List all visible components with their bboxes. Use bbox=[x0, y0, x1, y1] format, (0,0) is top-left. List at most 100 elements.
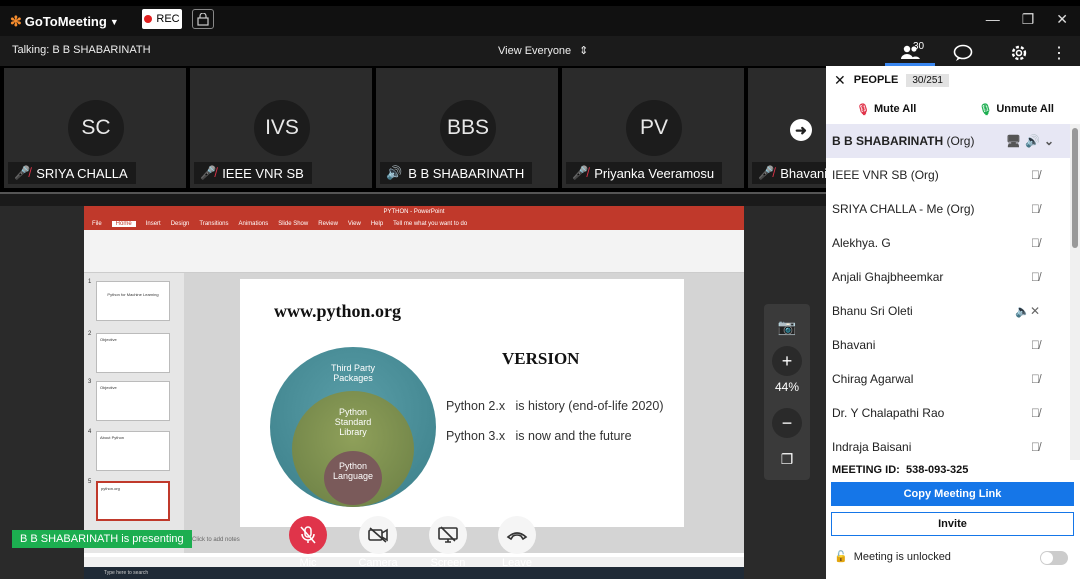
version-line: Python 3.x is now and the future bbox=[446, 429, 632, 443]
camera-control[interactable]: Camera bbox=[343, 516, 413, 569]
gotomeeting-logo-icon: ✻ bbox=[10, 13, 22, 29]
next-page-arrow-icon[interactable]: ➜ bbox=[790, 119, 812, 141]
thumb-title: python.org bbox=[101, 486, 120, 491]
record-label: REC bbox=[156, 13, 180, 25]
speaker-muted-icon: 🔈✕ bbox=[1015, 304, 1040, 318]
thumb-number: 4 bbox=[88, 429, 92, 435]
ppt-tab: Home bbox=[111, 221, 136, 227]
participant-row[interactable]: SRIYA CHALLA - Me (Org) 🎙̸ bbox=[826, 192, 1070, 226]
current-slide: www.python.org Third Party Packages Pyth… bbox=[240, 279, 684, 527]
app-logo[interactable]: ✻ GoToMeeting ▼ bbox=[10, 13, 119, 30]
participant-row[interactable]: Bhanu Sri Oleti 🔈✕ bbox=[826, 294, 1070, 328]
leave-button[interactable] bbox=[498, 516, 536, 554]
slide-thumbnail: Python for Machine Learning bbox=[96, 281, 170, 321]
ppt-tab: Design bbox=[170, 221, 190, 227]
participant-row[interactable]: Chirag Agarwal 🎙̸ bbox=[826, 362, 1070, 396]
zoom-in-button[interactable]: + bbox=[772, 346, 802, 376]
version-name: Python 3.x bbox=[446, 429, 506, 443]
speaker-active-icon: 🔊 bbox=[386, 165, 403, 180]
more-options[interactable]: ⋮ bbox=[1047, 40, 1071, 66]
mic-muted-icon: 🎙̸ bbox=[1031, 440, 1040, 454]
talking-indicator: Talking: B B SHABARINATH bbox=[12, 44, 151, 56]
version-note: is history (end-of-life 2020) bbox=[515, 399, 664, 413]
slide-heading: VERSION bbox=[502, 349, 580, 368]
chevron-down-icon: ⌄ bbox=[1043, 134, 1054, 148]
version-name: Python 2.x bbox=[446, 399, 506, 413]
ppt-tab: Transitions bbox=[199, 221, 229, 227]
meeting-lock-toggle[interactable] bbox=[1040, 551, 1068, 565]
slide-area: www.python.org Third Party Packages Pyth… bbox=[184, 273, 744, 553]
thumb-number: 3 bbox=[88, 379, 92, 385]
fit-screen-button[interactable]: ❐ bbox=[772, 444, 802, 474]
participant-row[interactable]: Alekhya. G 🎙̸ bbox=[826, 226, 1070, 260]
participant-tile[interactable]: PV 🎤̸ Priyanka Veeramosu bbox=[562, 68, 744, 188]
participant-tile[interactable]: IVS 🎤̸ IEEE VNR SB bbox=[190, 68, 372, 188]
window-controls: — ❐ ✕ bbox=[986, 11, 1068, 28]
participant-scrollbar[interactable] bbox=[1070, 124, 1080, 460]
screen-control[interactable]: Screen bbox=[413, 516, 483, 569]
participant-row[interactable]: Anjali Ghajbheemkar 🎙̸ bbox=[826, 260, 1070, 294]
participant-name: IEEE VNR SB bbox=[832, 168, 908, 182]
close-panel-icon[interactable]: ✕ bbox=[834, 72, 846, 89]
camera-button[interactable] bbox=[359, 516, 397, 554]
participant-tile[interactable]: BBS 🔊 B B SHABARINATH bbox=[376, 68, 558, 188]
tile-name: Bhavani bbox=[780, 165, 826, 181]
mute-all-button[interactable]: 🎙 Mute All bbox=[856, 103, 916, 116]
screen-button[interactable] bbox=[429, 516, 467, 554]
participant-tile[interactable]: 🎤̸ Bhavani bbox=[748, 68, 826, 188]
leave-control[interactable]: Leave bbox=[482, 516, 552, 569]
lock-button[interactable] bbox=[192, 9, 214, 29]
ppt-tab: Slide Show bbox=[278, 221, 309, 227]
presenting-badge: B B SHABARINATH is presenting bbox=[12, 530, 192, 548]
mic-control[interactable]: Mic bbox=[273, 516, 343, 569]
camera-icon: 📷 bbox=[777, 319, 797, 336]
tab-chat[interactable] bbox=[935, 40, 991, 66]
control-label: Mic bbox=[299, 557, 317, 569]
ppt-tab: Help bbox=[370, 221, 384, 227]
view-selector[interactable]: View Everyone ⇕ bbox=[498, 44, 588, 58]
minimize-icon[interactable]: — bbox=[986, 11, 1000, 28]
unmute-all-button[interactable]: 🎙 Unmute All bbox=[978, 103, 1054, 116]
minus-icon: − bbox=[781, 412, 793, 433]
mute-all-label: Mute All bbox=[873, 103, 917, 115]
copy-meeting-link-button[interactable]: Copy Meeting Link bbox=[831, 482, 1074, 506]
zoom-out-button[interactable]: − bbox=[772, 408, 802, 438]
restore-icon[interactable]: ❐ bbox=[1022, 11, 1035, 28]
ppt-tab: Tell me what you want to do bbox=[393, 221, 468, 227]
thumb-title: Python for Machine Learning bbox=[107, 292, 159, 297]
participant-tag: - Me (Org) bbox=[919, 202, 975, 216]
participant-row-host[interactable]: B B SHABARINATH (Org) 🖥 🔊 ⌄ bbox=[826, 124, 1070, 158]
title-bar: ✻ GoToMeeting ▼ REC — ❐ ✕ bbox=[0, 6, 1080, 36]
participant-row[interactable]: Indraja Baisani 🎙̸ bbox=[826, 430, 1070, 460]
mic-button[interactable] bbox=[289, 516, 327, 554]
divider bbox=[0, 192, 826, 206]
snapshot-button[interactable]: 📷 bbox=[772, 312, 802, 342]
thumb-number: 5 bbox=[88, 479, 92, 485]
screen-share-off-icon bbox=[438, 526, 458, 543]
tile-name-tag: 🎤̸ SRIYA CHALLA bbox=[8, 162, 136, 184]
meeting-id-label: MEETING ID: bbox=[832, 464, 900, 476]
invite-button[interactable]: Invite bbox=[831, 512, 1074, 536]
participant-row[interactable]: Bhavani 🎙̸ bbox=[826, 328, 1070, 362]
close-icon[interactable]: ✕ bbox=[1056, 11, 1068, 28]
tab-people[interactable]: 30 bbox=[885, 40, 935, 66]
participant-name: SRIYA CHALLA bbox=[832, 202, 916, 216]
mic-muted-icon: 🎤̸ bbox=[572, 165, 589, 180]
participant-tile[interactable]: SC 🎤̸ SRIYA CHALLA bbox=[4, 68, 186, 188]
participant-row[interactable]: Dr. Y Chalapathi Rao 🎙̸ bbox=[826, 396, 1070, 430]
mic-muted-icon bbox=[300, 526, 316, 544]
participant-row[interactable]: IEEE VNR SB (Org) 🎙̸ bbox=[826, 158, 1070, 192]
tile-name: SRIYA CHALLA bbox=[36, 165, 128, 181]
ppt-ribbon-tabs: File Home Insert Design Transitions Anim… bbox=[84, 218, 744, 230]
zoom-level: 44% bbox=[774, 380, 800, 394]
tab-settings[interactable] bbox=[991, 40, 1047, 66]
copy-screens-icon: ❐ bbox=[780, 450, 794, 467]
participant-name: Dr. Y Chalapathi Rao bbox=[832, 406, 945, 420]
slide-thumbnail: python.org bbox=[96, 481, 170, 521]
record-button[interactable]: REC bbox=[142, 9, 182, 29]
mic-muted-icon: 🎙̸ bbox=[1031, 236, 1040, 250]
app-name: GoToMeeting bbox=[24, 14, 107, 29]
toggle-knob bbox=[1041, 552, 1053, 564]
meeting-id: MEETING ID: 538-093-325 bbox=[832, 464, 968, 476]
scrollbar-thumb[interactable] bbox=[1072, 128, 1078, 248]
